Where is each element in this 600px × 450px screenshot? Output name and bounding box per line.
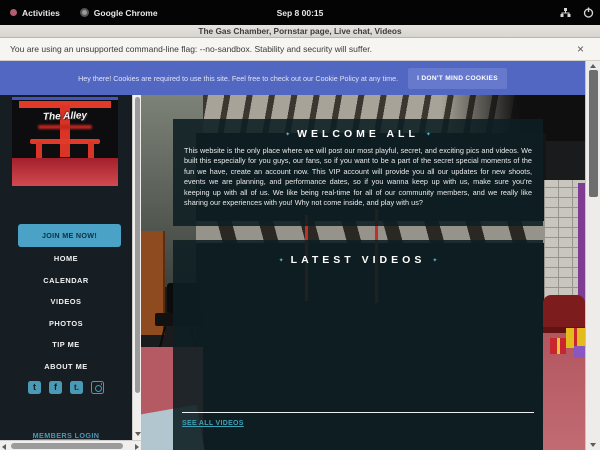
sidebar-item-photos[interactable]: PHOTOS — [0, 319, 132, 328]
sidebar-item-videos[interactable]: VIDEOS — [0, 297, 132, 306]
sidebar: The Alley JOIN ME NOW! HOME CALENDAR VID… — [0, 95, 132, 440]
sidebar-horizontal-scrollbar[interactable] — [0, 440, 141, 450]
photo-gift-box — [574, 346, 585, 358]
twitter-icon[interactable]: t — [28, 381, 41, 394]
welcome-title: WELCOME ALL — [297, 128, 419, 140]
members-login-link[interactable]: MEMBERS LOGIN — [33, 431, 100, 440]
diamond-icon: ✦ — [426, 131, 431, 138]
activities-label: Activities — [22, 8, 60, 18]
close-warning-button[interactable]: × — [571, 43, 590, 55]
welcome-paragraph: This website is the only place where we … — [184, 146, 532, 208]
activities-dot-icon — [10, 9, 17, 16]
cookie-notice-bar: Hey there! Cookies are required to use t… — [0, 61, 585, 95]
logo-floor-shape — [12, 158, 118, 186]
cookie-message: Hey there! Cookies are required to use t… — [78, 74, 398, 83]
scrollbar-right-arrow-icon[interactable] — [135, 444, 139, 450]
logo-title-text: The Alley — [12, 109, 118, 124]
activities-button[interactable]: Activities — [0, 0, 70, 25]
sidebar-item-home[interactable]: HOME — [0, 254, 132, 263]
accept-cookies-button[interactable]: I DON'T MIND COOKIES — [408, 68, 507, 89]
sidebar-item-tip-me[interactable]: TIP ME — [0, 340, 132, 349]
sidebar-item-about-me[interactable]: ABOUT ME — [0, 362, 132, 371]
logo-blue-strip — [12, 97, 118, 100]
videos-divider — [182, 412, 534, 413]
join-me-now-button[interactable]: JOIN ME NOW! — [18, 224, 121, 247]
window-title: The Gas Chamber, Pornstar page, Live cha… — [198, 26, 401, 36]
photo-gift-box — [566, 328, 585, 348]
facebook-icon[interactable]: f — [49, 381, 62, 394]
sidebar-vertical-scrollbar-thumb[interactable] — [135, 97, 141, 393]
latest-videos-title: LATEST VIDEOS — [291, 254, 426, 266]
tumblr-icon[interactable]: t. — [70, 381, 83, 394]
warning-message: You are using an unsupported command-lin… — [10, 44, 571, 54]
main-content: ✦ WELCOME ALL ✦ This website is the only… — [141, 95, 585, 450]
scrollbar-up-arrow-icon[interactable] — [590, 64, 596, 68]
welcome-panel: ✦ WELCOME ALL ✦ This website is the only… — [173, 119, 543, 226]
photo-gift-box — [550, 338, 566, 354]
diamond-icon: ✦ — [285, 131, 290, 138]
page-vertical-scrollbar[interactable] — [585, 61, 600, 450]
chrome-icon — [80, 8, 89, 17]
instagram-icon[interactable] — [91, 381, 104, 394]
gnome-top-bar: Activities Google Chrome Sep 8 00:15 — [0, 0, 600, 25]
logo-subtext-blur — [38, 125, 92, 129]
diamond-icon: ✦ — [432, 257, 437, 264]
scrollbar-down-arrow-icon[interactable] — [135, 432, 141, 436]
sidebar-horizontal-scrollbar-thumb[interactable] — [11, 443, 123, 449]
app-menu-button[interactable]: Google Chrome — [70, 0, 168, 25]
scrollbar-down-arrow-icon[interactable] — [590, 443, 596, 447]
screen: Activities Google Chrome Sep 8 00:15 The… — [0, 0, 600, 450]
see-all-videos-link[interactable]: SEE ALL VIDEOS — [182, 420, 244, 427]
window-titlebar[interactable]: The Gas Chamber, Pornstar page, Live cha… — [0, 25, 600, 38]
app-menu-label: Google Chrome — [94, 8, 158, 18]
scrollbar-left-arrow-icon[interactable] — [2, 444, 6, 450]
site-logo-image[interactable]: The Alley — [12, 97, 118, 186]
social-links: t f t. — [0, 381, 132, 394]
page-vertical-scrollbar-thumb[interactable] — [589, 70, 598, 197]
latest-videos-panel: ✦ LATEST VIDEOS ✦ SEE ALL VIDEOS — [173, 240, 543, 450]
sandbox-warning-bar: You are using an unsupported command-lin… — [0, 38, 600, 61]
sidebar-vertical-scrollbar[interactable] — [132, 95, 141, 440]
diamond-icon: ✦ — [279, 257, 284, 264]
sidebar-menu: HOME CALENDAR VIDEOS PHOTOS TIP ME ABOUT… — [0, 254, 132, 371]
network-icon[interactable] — [560, 7, 571, 18]
power-icon[interactable] — [583, 7, 594, 18]
sidebar-item-calendar[interactable]: CALENDAR — [0, 276, 132, 285]
